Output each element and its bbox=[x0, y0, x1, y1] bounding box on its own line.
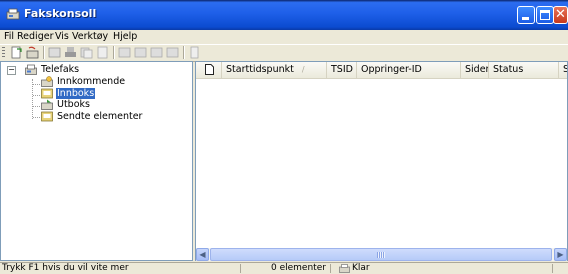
column-header-sider[interactable]: Sider bbox=[461, 62, 489, 78]
maximize-icon bbox=[540, 10, 550, 20]
status-divider bbox=[240, 264, 241, 273]
new-fax-icon[interactable] bbox=[10, 46, 23, 59]
fax-folder-icon bbox=[25, 64, 37, 75]
toolbar-separator bbox=[113, 46, 115, 59]
toolbar bbox=[0, 44, 568, 62]
tree-guide bbox=[33, 117, 40, 118]
print-icon[interactable] bbox=[64, 46, 77, 59]
status-help-text: Trykk F1 hvis du vil vite mer bbox=[2, 263, 129, 273]
menu-fil[interactable]: Fil bbox=[4, 31, 14, 42]
minimize-icon bbox=[522, 17, 529, 20]
status-state: Klar bbox=[352, 263, 370, 273]
maximize-button[interactable] bbox=[536, 6, 554, 24]
title-bar[interactable]: Fakskonsoll ✕ bbox=[0, 0, 568, 30]
collapse-toggle[interactable]: − bbox=[7, 66, 16, 75]
status-divider bbox=[552, 264, 553, 273]
column-header-starttidspunkt[interactable]: Starttidspunkt / bbox=[222, 62, 327, 78]
menu-verktoy[interactable]: Verktøy bbox=[72, 31, 108, 42]
column-label: Status bbox=[493, 64, 524, 75]
sent-items-icon bbox=[41, 111, 53, 122]
sort-arrow-icon: / bbox=[301, 65, 305, 74]
tree-item-label: Telefaks bbox=[41, 64, 80, 75]
close-icon: ✕ bbox=[555, 7, 566, 22]
tree-guide bbox=[33, 95, 40, 96]
minimize-button[interactable] bbox=[517, 6, 535, 24]
tree-guide bbox=[32, 79, 33, 119]
fax-ready-icon bbox=[339, 264, 350, 273]
delete-icon[interactable] bbox=[166, 46, 179, 59]
column-label: Oppringer-ID bbox=[361, 64, 422, 75]
toolbar-separator bbox=[183, 46, 185, 59]
tree-item-label: Innkommende bbox=[57, 76, 126, 87]
tree-guide bbox=[33, 106, 40, 107]
tree-item-label: Utboks bbox=[57, 99, 90, 110]
fax-properties-icon[interactable] bbox=[48, 46, 61, 59]
resume-icon[interactable] bbox=[134, 46, 147, 59]
column-header-tsid[interactable]: TSID bbox=[327, 62, 357, 78]
folder-tree[interactable] bbox=[0, 61, 193, 261]
inbox-icon bbox=[41, 88, 53, 99]
column-label: Starttidspunkt bbox=[226, 64, 294, 75]
list-header: Starttidspunkt / TSID Oppringer-ID Sider … bbox=[196, 62, 567, 79]
toolbar-grip[interactable] bbox=[2, 47, 5, 58]
scroll-grip-icon bbox=[377, 252, 385, 258]
status-divider bbox=[330, 264, 331, 273]
scroll-right-button[interactable]: ▶ bbox=[554, 248, 567, 261]
column-label: St bbox=[563, 64, 567, 75]
horizontal-scrollbar[interactable]: ◀ ▶ bbox=[196, 248, 567, 261]
column-header-oppringer-id[interactable]: Oppringer-ID bbox=[357, 62, 461, 78]
scroll-left-icon: ◀ bbox=[199, 250, 206, 259]
status-bar: Trykk F1 hvis du vil vite mer 0 elemente… bbox=[0, 262, 568, 273]
copy-icon[interactable] bbox=[80, 46, 93, 59]
tree-item-label: Sendte elementer bbox=[57, 111, 143, 122]
incoming-fax-icon bbox=[41, 76, 53, 87]
column-header-type[interactable] bbox=[196, 62, 222, 78]
menu-hjelp[interactable]: Hjelp bbox=[113, 31, 137, 42]
column-label: TSID bbox=[331, 64, 353, 75]
fax-list[interactable]: Starttidspunkt / TSID Oppringer-ID Sider … bbox=[195, 61, 568, 261]
pause-icon[interactable] bbox=[118, 46, 131, 59]
column-header-status[interactable]: Status bbox=[489, 62, 559, 78]
receive-fax-icon[interactable] bbox=[26, 46, 39, 59]
menu-rediger[interactable]: Rediger bbox=[17, 31, 53, 42]
outbox-icon bbox=[41, 99, 53, 110]
toolbar-separator bbox=[43, 46, 45, 59]
fax-app-icon bbox=[6, 8, 20, 20]
status-item-count: 0 elementer bbox=[271, 263, 326, 273]
scroll-thumb[interactable] bbox=[210, 248, 552, 261]
tree-guide bbox=[33, 84, 40, 85]
document-icon bbox=[205, 64, 214, 75]
document-icon[interactable] bbox=[188, 46, 201, 59]
restart-icon[interactable] bbox=[150, 46, 163, 59]
window-title: Fakskonsoll bbox=[24, 7, 97, 20]
close-button[interactable]: ✕ bbox=[553, 6, 568, 24]
page-icon[interactable] bbox=[96, 46, 109, 59]
tree-item-label: Innboks bbox=[56, 88, 96, 99]
menu-vis[interactable]: Vis bbox=[55, 31, 69, 42]
menu-bar: Fil Rediger Vis Verktøy Hjelp bbox=[0, 30, 568, 44]
column-header-st[interactable]: St bbox=[559, 62, 567, 78]
scroll-left-button[interactable]: ◀ bbox=[196, 248, 209, 261]
column-label: Sider bbox=[465, 64, 489, 75]
scroll-right-icon: ▶ bbox=[557, 250, 564, 259]
